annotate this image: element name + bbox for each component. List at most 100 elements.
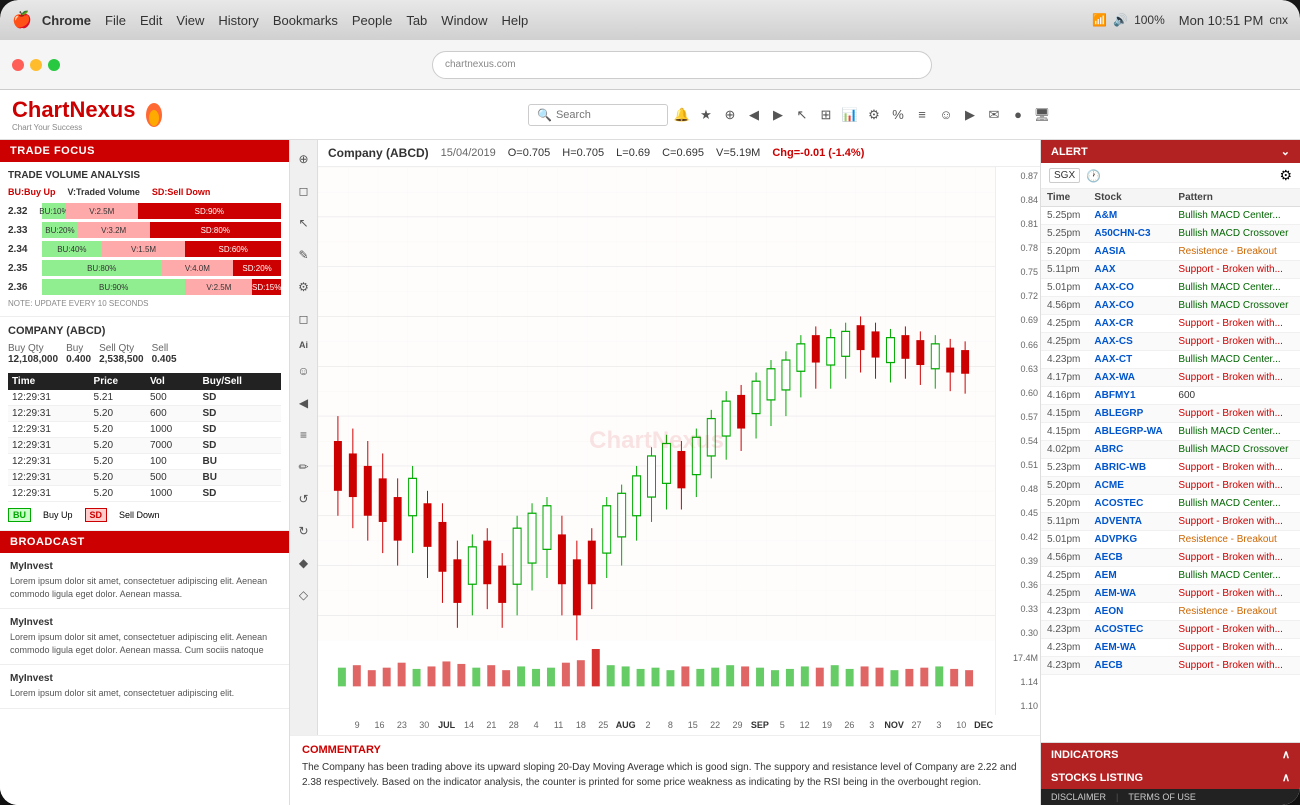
stocks-listing-collapse-icon[interactable]: ∧ [1282,771,1290,784]
alert-row[interactable]: 5.23pm ABRIC-WB Support - Broken with... [1041,459,1300,477]
menu-people[interactable]: People [352,13,392,28]
search-box[interactable]: 🔍 [528,104,668,126]
tool-edit[interactable]: ✏ [293,456,315,478]
tool-select[interactable]: ◻ [293,180,315,202]
tool-back[interactable]: ◀ [293,392,315,414]
indicators-collapse-icon[interactable]: ∧ [1282,748,1290,761]
alert-row[interactable]: 5.11pm ADVENTA Support - Broken with... [1041,513,1300,531]
alert-stock[interactable]: AAX-CS [1088,333,1172,351]
alert-stock[interactable]: AEM-WA [1088,639,1172,657]
alert-stock[interactable]: AAX-CR [1088,315,1172,333]
alert-row[interactable]: 5.20pm ACME Support - Broken with... [1041,477,1300,495]
clock-icon[interactable]: 🕐 [1086,169,1101,183]
alert-row[interactable]: 4.25pm AEM-WA Support - Broken with... [1041,585,1300,603]
alert-row[interactable]: 5.20pm AASIA Resistence - Breakout [1041,243,1300,261]
settings-icon[interactable]: ⚙ [864,105,884,125]
alert-row[interactable]: 4.02pm ABRC Bullish MACD Crossover [1041,441,1300,459]
apple-icon[interactable]: 🍎 [12,10,32,30]
chart-icon[interactable]: 📊 [840,105,860,125]
alert-stock[interactable]: ABLEGRP [1088,405,1172,423]
alert-stock[interactable]: ACOSTEC [1088,495,1172,513]
tool-lines[interactable]: ≡ [293,424,315,446]
alert-stock[interactable]: AAX-CO [1088,279,1172,297]
alert-stock[interactable]: ABFMY1 [1088,387,1172,405]
alert-row[interactable]: 4.23pm AECB Support - Broken with... [1041,657,1300,675]
zoom-icon[interactable]: ⊞ [816,105,836,125]
alert-row[interactable]: 4.15pm ABLEGRP Support - Broken with... [1041,405,1300,423]
alert-filter-sgx[interactable]: SGX [1049,168,1080,183]
alert-stock[interactable]: AAX-CT [1088,351,1172,369]
close-button[interactable] [12,59,24,71]
alert-row[interactable]: 5.11pm AAX Support - Broken with... [1041,261,1300,279]
maximize-button[interactable] [48,59,60,71]
alert-stock[interactable]: AEM-WA [1088,585,1172,603]
menu-help[interactable]: Help [502,13,529,28]
tool-rect[interactable]: ◻ [293,308,315,330]
disclaimer-link[interactable]: DISCLAIMER [1051,792,1106,802]
alert-row[interactable]: 5.20pm ACOSTEC Bullish MACD Center... [1041,495,1300,513]
terms-link[interactable]: TERMS OF USE [1128,792,1196,802]
menu-bookmarks[interactable]: Bookmarks [273,13,338,28]
tool-gear[interactable]: ⚙ [293,276,315,298]
tool-diamond[interactable]: ◆ [293,552,315,574]
menu-view[interactable]: View [176,13,204,28]
alert-stock[interactable]: A50CHN-C3 [1088,225,1172,243]
alert-stock[interactable]: ACME [1088,477,1172,495]
alert-row[interactable]: 4.23pm AEM-WA Support - Broken with... [1041,639,1300,657]
alert-stock[interactable]: AAX-CO [1088,297,1172,315]
alert-stock[interactable]: ADVPKG [1088,531,1172,549]
menu-history[interactable]: History [218,13,258,28]
indicators-section[interactable]: INDICATORS ∧ [1041,743,1300,766]
alert-row[interactable]: 5.01pm ADVPKG Resistence - Breakout [1041,531,1300,549]
screen-icon[interactable]: 🖥 [1032,105,1052,125]
tool-ai[interactable]: Ai [299,340,308,350]
tool-face[interactable]: ☺ [293,360,315,382]
menu-tab[interactable]: Tab [406,13,427,28]
alert-row[interactable]: 4.56pm AAX-CO Bullish MACD Crossover [1041,297,1300,315]
menu-window[interactable]: Window [441,13,487,28]
alert-row[interactable]: 4.25pm AEM Bullish MACD Center... [1041,567,1300,585]
alert-stock[interactable]: ABRIC-WB [1088,459,1172,477]
search-input[interactable] [556,109,656,121]
star-icon[interactable]: ★ [696,105,716,125]
alert-stock[interactable]: AAX-WA [1088,369,1172,387]
tool-crosshair[interactable]: ⊕ [293,148,315,170]
stocks-listing-section[interactable]: STOCKS LISTING ∧ [1041,766,1300,789]
alert-stock[interactable]: AEON [1088,603,1172,621]
alert-icon[interactable]: 🔔 [672,105,692,125]
alert-row[interactable]: 4.56pm AECB Support - Broken with... [1041,549,1300,567]
back-icon[interactable]: ◀ [744,105,764,125]
filter-icon[interactable]: ≡ [912,105,932,125]
mail-icon[interactable]: ✉ [984,105,1004,125]
alert-row[interactable]: 5.25pm A50CHN-C3 Bullish MACD Crossover [1041,225,1300,243]
alert-stock[interactable]: ABRC [1088,441,1172,459]
alert-stock[interactable]: AAX [1088,261,1172,279]
alert-row[interactable]: 4.23pm AEON Resistence - Breakout [1041,603,1300,621]
alert-collapse-icon[interactable]: ⌄ [1281,145,1290,158]
menu-edit[interactable]: Edit [140,13,162,28]
alert-stock[interactable]: A&M [1088,207,1172,225]
alert-stock[interactable]: AECB [1088,657,1172,675]
cursor-icon[interactable]: ↖ [792,105,812,125]
alert-row[interactable]: 5.25pm A&M Bullish MACD Center... [1041,207,1300,225]
play-icon[interactable]: ▶ [960,105,980,125]
add-icon[interactable]: ⊕ [720,105,740,125]
forward-icon[interactable]: ▶ [768,105,788,125]
menu-file[interactable]: File [105,13,126,28]
alert-row[interactable]: 4.23pm ACOSTEC Support - Broken with... [1041,621,1300,639]
alert-stock[interactable]: AECB [1088,549,1172,567]
alert-row[interactable]: 4.16pm ABFMY1 600 [1041,387,1300,405]
alert-stock[interactable]: ACOSTEC [1088,621,1172,639]
face-icon[interactable]: ☺ [936,105,956,125]
alert-row[interactable]: 4.23pm AAX-CT Bullish MACD Center... [1041,351,1300,369]
tool-redo[interactable]: ↻ [293,520,315,542]
minimize-button[interactable] [30,59,42,71]
alert-row[interactable]: 5.01pm AAX-CO Bullish MACD Center... [1041,279,1300,297]
tool-pen[interactable]: ✎ [293,244,315,266]
alert-row[interactable]: 4.15pm ABLEGRP-WA Bullish MACD Center... [1041,423,1300,441]
alert-stock[interactable]: AASIA [1088,243,1172,261]
tool-arrow[interactable]: ↖ [293,212,315,234]
tool-undo[interactable]: ↺ [293,488,315,510]
record-icon[interactable]: ● [1008,105,1028,125]
percent-icon[interactable]: % [888,105,908,125]
